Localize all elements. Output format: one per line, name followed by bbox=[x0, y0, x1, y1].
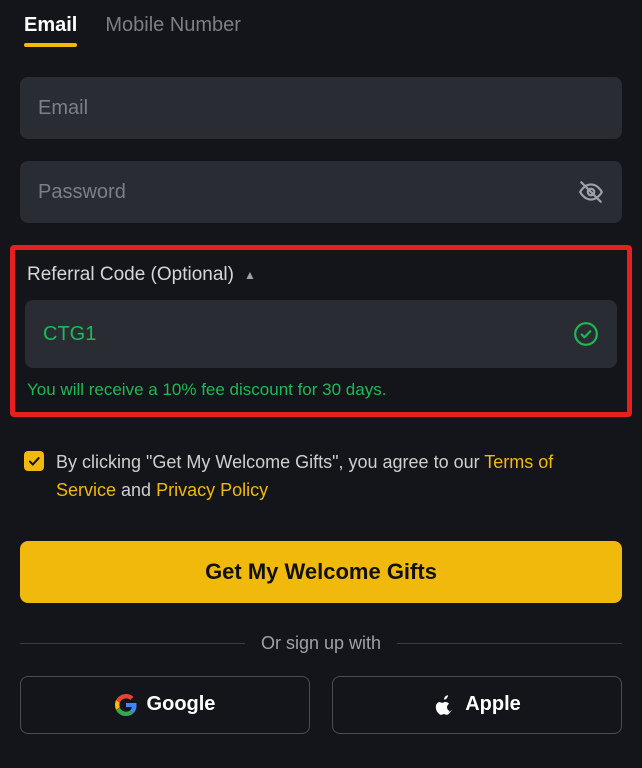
get-welcome-gifts-button[interactable]: Get My Welcome Gifts bbox=[20, 541, 622, 603]
agreement-row: By clicking "Get My Welcome Gifts", you … bbox=[20, 449, 622, 505]
referral-input[interactable] bbox=[43, 323, 563, 346]
apple-icon bbox=[433, 694, 455, 716]
divider-line bbox=[397, 643, 622, 644]
email-field-wrap bbox=[20, 77, 622, 139]
referral-toggle[interactable]: Referral Code (Optional) ▲ bbox=[25, 264, 617, 286]
social-buttons: Google Apple bbox=[20, 676, 622, 734]
privacy-policy-link[interactable]: Privacy Policy bbox=[156, 480, 268, 500]
referral-highlight: Referral Code (Optional) ▲ You will rece… bbox=[10, 245, 632, 417]
google-label: Google bbox=[147, 693, 216, 716]
toggle-password-visibility-icon[interactable] bbox=[578, 179, 604, 205]
password-field-wrap bbox=[20, 161, 622, 223]
caret-up-icon: ▲ bbox=[244, 268, 256, 282]
agreement-text: By clicking "Get My Welcome Gifts", you … bbox=[56, 449, 618, 505]
email-input[interactable] bbox=[38, 97, 604, 120]
signup-method-tabs: Email Mobile Number bbox=[20, 14, 622, 55]
referral-message: You will receive a 10% fee discount for … bbox=[25, 380, 617, 400]
password-input[interactable] bbox=[38, 181, 578, 204]
check-circle-icon bbox=[573, 321, 599, 347]
tab-mobile[interactable]: Mobile Number bbox=[105, 14, 241, 45]
agreement-prefix: By clicking "Get My Welcome Gifts", you … bbox=[56, 452, 484, 472]
google-signup-button[interactable]: Google bbox=[20, 676, 310, 734]
google-icon bbox=[115, 694, 137, 716]
tab-email[interactable]: Email bbox=[24, 14, 77, 45]
agreement-joiner: and bbox=[116, 480, 156, 500]
apple-label: Apple bbox=[465, 693, 521, 716]
or-divider: Or sign up with bbox=[20, 633, 622, 654]
apple-signup-button[interactable]: Apple bbox=[332, 676, 622, 734]
divider-line bbox=[20, 643, 245, 644]
referral-header-label: Referral Code (Optional) bbox=[27, 264, 234, 286]
referral-field-wrap bbox=[25, 300, 617, 368]
agree-checkbox[interactable] bbox=[24, 451, 44, 471]
or-label: Or sign up with bbox=[261, 633, 381, 654]
